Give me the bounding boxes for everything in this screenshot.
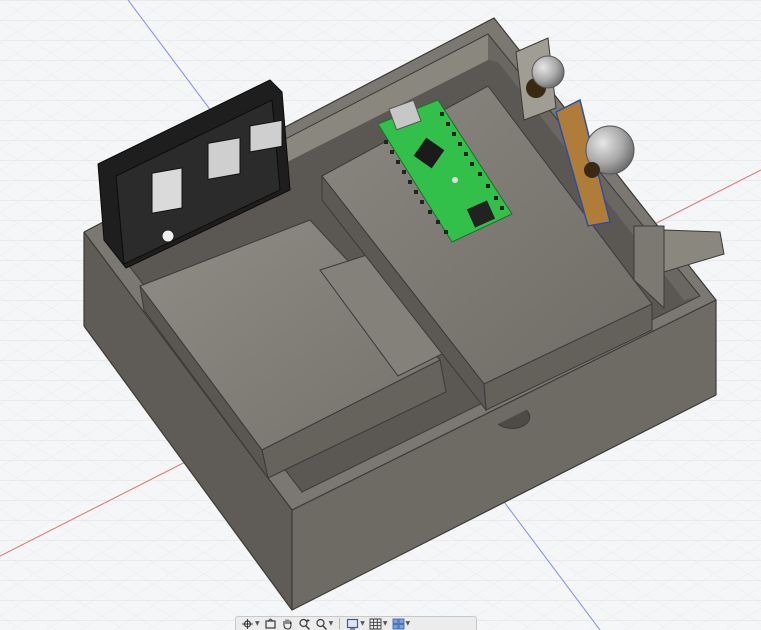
pan-hand-icon — [283, 619, 292, 630]
navigation-toolbar: ▼ ▼ ▼ ▼ ▼ — [235, 616, 477, 630]
chevron-down-icon: ▼ — [328, 619, 334, 627]
viewports-button[interactable]: ▼ — [391, 617, 412, 630]
grid-snap-button[interactable]: ▼ — [368, 617, 389, 630]
zoom-icon — [299, 618, 310, 630]
look-at-button[interactable] — [263, 617, 278, 630]
orbit-icon — [242, 618, 253, 629]
zoom-button[interactable] — [297, 617, 312, 630]
model-canvas[interactable] — [0, 0, 761, 630]
chevron-down-icon: ▼ — [255, 619, 260, 627]
grid-snap-icon — [369, 618, 382, 629]
chevron-down-icon: ▼ — [405, 619, 411, 627]
display-settings-button[interactable]: ▼ — [345, 617, 366, 630]
chevron-down-icon: ▼ — [382, 619, 388, 627]
chevron-down-icon: ▼ — [360, 619, 365, 627]
look-at-icon — [265, 617, 276, 629]
pan-button[interactable] — [280, 617, 295, 630]
toolbar-divider — [339, 618, 341, 629]
fit-window-button[interactable]: ▼ — [314, 617, 335, 630]
3d-viewport[interactable]: ▼ ▼ ▼ ▼ ▼ — [0, 0, 761, 630]
viewports-icon — [392, 618, 404, 629]
orbit-button[interactable]: ▼ — [240, 617, 261, 630]
fit-window-icon — [316, 618, 327, 630]
display-settings-icon — [347, 618, 359, 629]
